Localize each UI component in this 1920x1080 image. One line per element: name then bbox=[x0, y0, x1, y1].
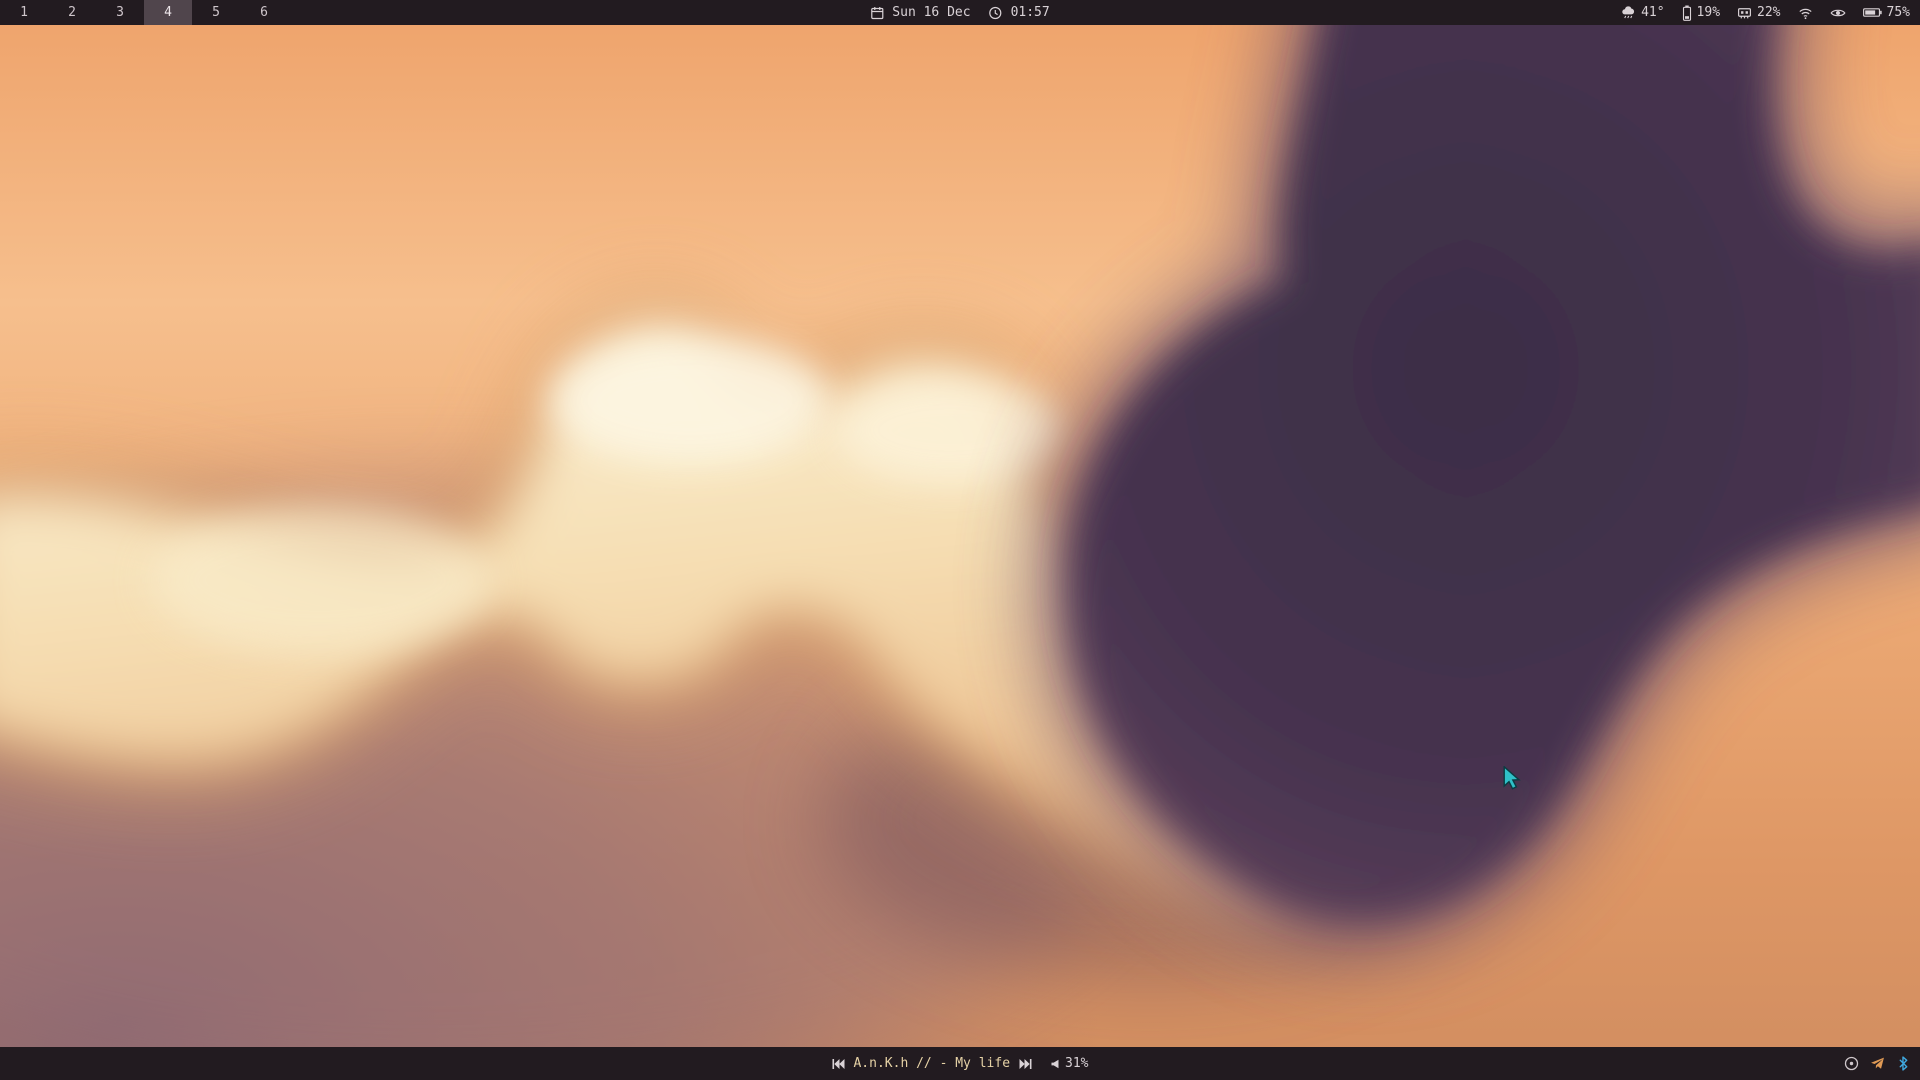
workspace-6[interactable]: 6 bbox=[240, 0, 288, 25]
redshift-module bbox=[1830, 7, 1846, 19]
volume-icon[interactable] bbox=[1050, 1059, 1060, 1069]
next-track-icon[interactable] bbox=[1018, 1058, 1032, 1070]
time-text: 01:57 bbox=[1011, 5, 1050, 20]
desktop-wallpaper bbox=[0, 0, 1920, 1080]
media-player-module: A.n.K.h // - My life 31% bbox=[831, 1056, 1088, 1071]
previous-track-icon[interactable] bbox=[831, 1058, 845, 1070]
bluetooth-icon[interactable] bbox=[1895, 1056, 1911, 1072]
datetime-module: Sun 16 Dec 01:57 bbox=[870, 5, 1049, 20]
workspace-5[interactable]: 5 bbox=[192, 0, 240, 25]
track-title-text: A.n.K.h // - My life bbox=[853, 1056, 1010, 1071]
backlight-battery-module: 75% bbox=[1863, 5, 1910, 20]
calendar-icon bbox=[870, 6, 884, 20]
memory-module: 22% bbox=[1737, 5, 1780, 20]
weather-module: 41° bbox=[1621, 5, 1664, 20]
telegram-icon[interactable] bbox=[1869, 1056, 1885, 1072]
battery-horizontal-icon bbox=[1863, 7, 1882, 18]
volume-percent-text: 31% bbox=[1065, 1056, 1088, 1071]
workspace-switcher: 1 2 3 4 5 6 bbox=[0, 0, 288, 25]
battery2-percent-text: 75% bbox=[1887, 5, 1910, 20]
bottom-status-bar: A.n.K.h // - My life 31% bbox=[0, 1047, 1920, 1080]
wifi-module bbox=[1798, 6, 1813, 20]
status-modules: 41° 19% 22% bbox=[1621, 0, 1920, 25]
date-text: Sun 16 Dec bbox=[892, 5, 970, 20]
disc-icon[interactable] bbox=[1843, 1056, 1859, 1072]
wifi-icon bbox=[1798, 6, 1813, 20]
top-status-bar: 1 2 3 4 5 6 Sun 16 Dec 01:57 bbox=[0, 0, 1920, 25]
eye-icon bbox=[1830, 7, 1846, 19]
volume-module: 31% bbox=[1050, 1056, 1088, 1071]
workspace-1[interactable]: 1 bbox=[0, 0, 48, 25]
system-tray bbox=[1843, 1047, 1920, 1080]
battery-percent-text: 19% bbox=[1697, 5, 1720, 20]
clock-icon bbox=[989, 6, 1003, 20]
workspace-4-active[interactable]: 4 bbox=[144, 0, 192, 25]
abstract-fluid-art bbox=[0, 0, 1920, 1080]
workspace-3[interactable]: 3 bbox=[96, 0, 144, 25]
battery-vertical-icon bbox=[1682, 5, 1692, 21]
workspace-2[interactable]: 2 bbox=[48, 0, 96, 25]
weather-rain-icon bbox=[1621, 5, 1636, 20]
battery-module: 19% bbox=[1682, 5, 1720, 21]
memory-icon bbox=[1737, 5, 1752, 20]
memory-percent-text: 22% bbox=[1757, 5, 1780, 20]
weather-temp-text: 41° bbox=[1641, 5, 1664, 20]
